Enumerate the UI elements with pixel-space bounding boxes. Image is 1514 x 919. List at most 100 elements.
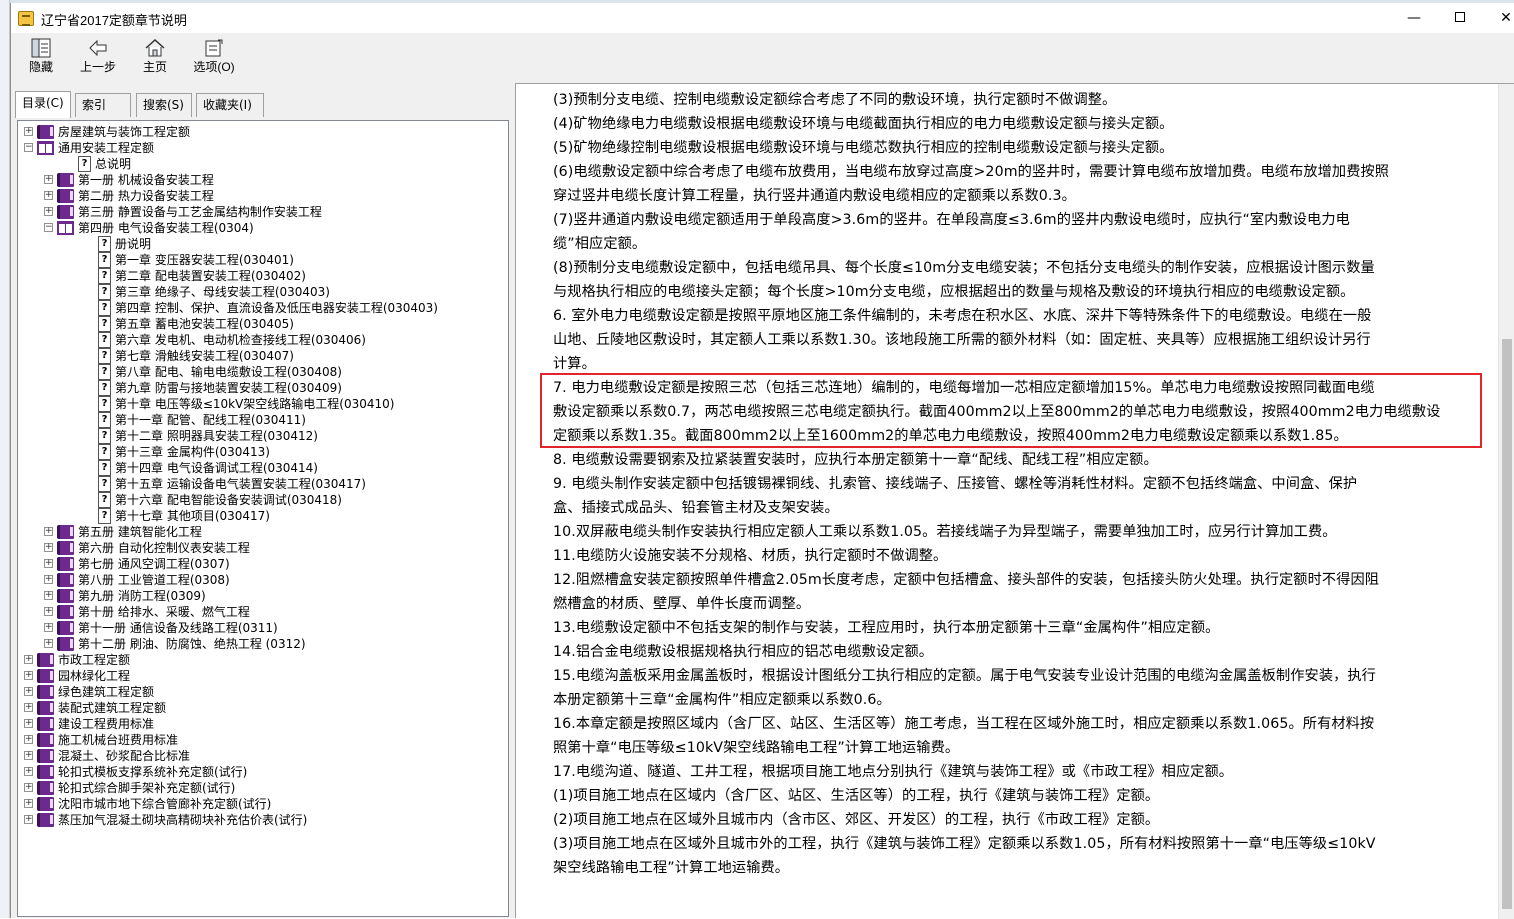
tree-item-label: 第十二册 刷油、防腐蚀、绝热工程 (0312) <box>78 637 306 651</box>
tree-item-label: 第二册 热力设备安装工程 <box>78 189 214 203</box>
topic-pane: (3)预制分支电缆、控制电缆敷设定额综合考虑了不同的敷设环境，执行定额时不做调整… <box>515 83 1514 919</box>
tab-index[interactable]: 索引(N) <box>75 93 131 134</box>
closed-book-icon <box>57 621 74 635</box>
open-book-icon <box>37 141 54 155</box>
closed-book-icon <box>57 589 74 603</box>
app-icon <box>18 11 34 26</box>
content-line: 13.电缆敷设定额中不包括支架的制作与安装，工程应用时，执行本册定额第十三章“金… <box>553 620 1220 636</box>
close-button[interactable]: ✕ <box>1483 3 1514 33</box>
expand-icon[interactable]: + <box>24 751 33 760</box>
hide-label: 隐藏 <box>28 60 53 74</box>
tree-item-label: 第十章 电压等级≤10kV架空线路输电工程(030410) <box>115 397 395 411</box>
expand-icon[interactable]: + <box>44 623 53 632</box>
expand-icon[interactable]: + <box>44 607 53 616</box>
content-line: 14.铝合金电缆敷设根据规格执行相应的铝芯电缆敷设定额。 <box>553 644 934 660</box>
closed-book-icon <box>37 781 54 795</box>
closed-book-icon <box>57 557 74 571</box>
expand-icon[interactable]: + <box>44 591 53 600</box>
help-page-icon: ? <box>98 348 111 364</box>
tree-item-label: 房屋建筑与装饰工程定额 <box>58 125 191 139</box>
content-line: 本册定额第十三章“金属构件”相应定额乘以系数0.6。 <box>553 692 891 708</box>
open-book-icon <box>57 221 74 235</box>
vertical-scrollbar[interactable] <box>1498 84 1514 919</box>
closed-book-icon <box>57 205 74 219</box>
closed-book-icon <box>37 765 54 779</box>
tree-item-label: 第十四章 电气设备调试工程(030414) <box>115 461 318 475</box>
expand-icon[interactable]: + <box>24 655 33 664</box>
tab-contents[interactable]: 目录(C) <box>15 91 71 118</box>
back-arrow-icon <box>75 37 121 59</box>
content-line: 17.电缆沟道、隧道、工井工程，根据项目施工地点分别执行《建筑与装饰工程》或《市… <box>553 764 1234 780</box>
options-label: 选项(O) <box>193 60 235 74</box>
closed-book-icon <box>37 685 54 699</box>
back-button[interactable]: 上一步 <box>75 37 121 79</box>
expand-icon[interactable]: + <box>24 735 33 744</box>
content-line: 山地、丘陵地区敷设时，其定额人工乘以系数1.30。该地段施工所需的额外材料（如：… <box>553 332 1371 348</box>
tree-item-label: 第十二章 照明器具安装工程(030412) <box>115 429 318 443</box>
tree-item-label: 第三章 绝缘子、母线安装工程(030403) <box>115 285 330 299</box>
expand-icon[interactable]: + <box>44 207 53 216</box>
tree-item-label: 装配式建筑工程定额 <box>58 701 167 715</box>
home-icon <box>137 37 173 59</box>
options-button[interactable]: 选项(O) <box>189 37 239 79</box>
expand-icon[interactable]: + <box>24 815 33 824</box>
home-label: 主页 <box>142 60 167 74</box>
tree-item-label: 施工机械台班费用标准 <box>58 733 179 747</box>
tab-search[interactable]: 搜索(S) <box>136 93 192 117</box>
tree-item-label: 第九章 防雷与接地装置安装工程(030409) <box>115 381 342 395</box>
content-line: (5)矿物绝缘控制电缆敷设根据电缆敷设环境与电缆芯数执行相应的控制电缆敷设定额与… <box>553 140 1174 156</box>
tree-item-label: 混凝土、砂浆配合比标准 <box>58 749 191 763</box>
content-line: (3)项目施工地点在区域外且城市外的工程，执行《建筑与装饰工程》定额乘以系数1.… <box>553 836 1376 852</box>
help-page-icon: ? <box>98 508 111 524</box>
scrollbar-thumb[interactable] <box>1502 339 1512 909</box>
expand-icon[interactable]: + <box>44 175 53 184</box>
help-page-icon: ? <box>78 156 91 172</box>
expand-icon[interactable]: + <box>24 767 33 776</box>
content-line: 10.双屏蔽电缆头制作安装执行相应定额人工乘以系数1.05。若接线端子为异型端子… <box>553 524 1337 540</box>
help-page-icon: ? <box>98 268 111 284</box>
minimize-button[interactable]: — <box>1391 3 1437 33</box>
maximize-icon <box>1455 12 1465 22</box>
toolbar: 隐藏 上一步 主页 选项(O) <box>11 33 1514 81</box>
expand-icon[interactable]: + <box>24 703 33 712</box>
tree-item-label: 轮扣式模板支撑系统补充定额(试行) <box>58 765 248 779</box>
maximize-button[interactable] <box>1437 3 1483 33</box>
collapse-icon[interactable]: − <box>24 143 33 152</box>
help-page-icon: ? <box>98 444 111 460</box>
content-line: 与规格执行相应的电缆接头定额；每个长度>10m分支电缆，应根据超出的数量与规格及… <box>553 284 1355 300</box>
expand-icon[interactable]: + <box>24 719 33 728</box>
tree-item-label: 第二章 配电装置安装工程(030402) <box>115 269 306 283</box>
expand-icon[interactable]: + <box>24 783 33 792</box>
content-line: 11.电缆防火设施安装不分规格、材质，执行定额时不做调整。 <box>553 548 948 564</box>
expand-icon[interactable]: + <box>44 527 53 536</box>
collapse-icon[interactable]: − <box>44 223 53 232</box>
help-page-icon: ? <box>98 332 111 348</box>
expand-icon[interactable]: + <box>24 127 33 136</box>
contents-tree[interactable]: + 房屋建筑与装饰工程定额 − 通用安装工程定额? 总说明 + 第一册 机械设备安装工程 + 第… <box>17 120 509 917</box>
content-line: 盒、插接式成品头、铅套管主材及支架安装。 <box>553 500 839 516</box>
expand-icon[interactable]: + <box>24 687 33 696</box>
content-line: 架空线路输电工程”计算工地运输费。 <box>553 860 790 876</box>
expand-icon[interactable]: + <box>44 559 53 568</box>
tree-item-label: 册说明 <box>115 237 152 251</box>
expand-icon[interactable]: + <box>44 639 53 648</box>
expand-icon[interactable]: + <box>44 191 53 200</box>
tree-item-label: 第八册 工业管道工程(0308) <box>78 573 230 587</box>
closed-book-icon <box>37 797 54 811</box>
hide-button[interactable]: 隐藏 <box>21 37 61 79</box>
tree-item-label: 第十七章 其他项目(030417) <box>115 509 270 523</box>
expand-icon[interactable]: + <box>24 671 33 680</box>
expand-icon[interactable]: + <box>24 799 33 808</box>
tree-item-label: 第十五章 运输设备电气装置安装工程(030417) <box>115 477 366 491</box>
tree-item-label: 市政工程定额 <box>58 653 131 667</box>
content-line: (1)项目施工地点在区域内（含厂区、站区、生活区等）的工程，执行《建筑与装饰工程… <box>553 788 1160 804</box>
expand-icon[interactable]: + <box>44 543 53 552</box>
tree-item-label: 第五章 蓄电池安装工程(030405) <box>115 317 294 331</box>
closed-book-icon <box>37 125 54 139</box>
content-line: (7)竖井通道内敷设电缆定额适用于单段高度>3.6m的竖井。在单段高度≤3.6m… <box>553 212 1350 228</box>
tree-item-label: 轮扣式综合脚手架补充定额(试行) <box>58 781 236 795</box>
closed-book-icon <box>57 605 74 619</box>
expand-icon[interactable]: + <box>44 575 53 584</box>
tab-favorites[interactable]: 收藏夹(I) <box>196 93 264 117</box>
home-button[interactable]: 主页 <box>137 37 173 79</box>
